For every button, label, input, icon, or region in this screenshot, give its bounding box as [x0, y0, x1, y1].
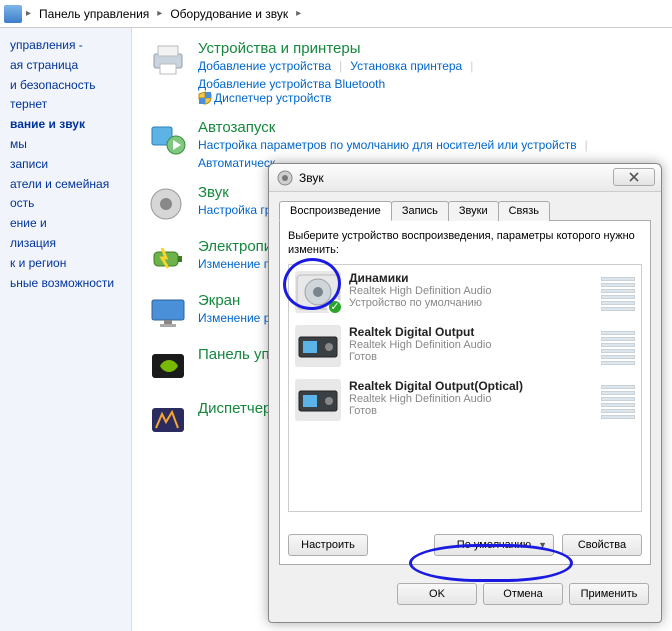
sound-icon	[277, 170, 293, 186]
dialog-title: Звук	[299, 171, 324, 185]
properties-button[interactable]: Свойства	[562, 534, 642, 556]
shield-icon	[198, 91, 212, 105]
level-meter	[601, 325, 635, 365]
power-icon	[146, 238, 190, 278]
device-driver: Realtek High Definition Audio	[349, 339, 601, 351]
tab-2[interactable]: Звуки	[448, 201, 499, 221]
sidebar-item-9[interactable]: ение и	[10, 215, 121, 232]
configure-button[interactable]: Настроить	[288, 534, 368, 556]
device-driver: Realtek High Definition Audio	[349, 285, 601, 297]
link-separator: |	[339, 59, 342, 73]
sidebar-item-6[interactable]: записи	[10, 156, 121, 173]
dialog-titlebar[interactable]: Звук	[269, 164, 661, 192]
section-link[interactable]: Настройка параметров по умолчанию для но…	[198, 138, 577, 152]
link-separator: |	[585, 138, 588, 152]
autoplay-icon	[146, 119, 190, 159]
section-link[interactable]: Автоматическ	[198, 156, 275, 170]
device-driver: Realtek High Definition Audio	[349, 393, 601, 405]
breadcrumb-label: Оборудование и звук	[170, 7, 288, 21]
device-name: Realtek Digital Output	[349, 325, 601, 339]
section-link[interactable]: Добавление устройства	[198, 59, 331, 73]
section-title[interactable]: Устройства и принтеры	[198, 40, 660, 57]
level-meter	[601, 379, 635, 419]
section-link[interactable]: Добавление устройства Bluetooth	[198, 77, 385, 91]
tab-panel-playback: Выберите устройство воспроизведения, пар…	[279, 221, 651, 565]
sidebar-item-5[interactable]: мы	[10, 136, 121, 153]
digital-output-icon	[295, 379, 341, 421]
breadcrumb-bar: ▸ Панель управления ▸ Оборудование и зву…	[0, 0, 672, 28]
breadcrumb-label: Панель управления	[39, 7, 149, 21]
sidebar: управления - ая страница и безопасность тер…	[0, 28, 132, 631]
tab-1[interactable]: Запись	[391, 201, 449, 221]
section-links: Диспетчер устройств	[198, 91, 660, 105]
sidebar-item-8[interactable]: ость	[10, 195, 121, 212]
section-link[interactable]: Настройка гро	[198, 203, 278, 217]
display-icon	[146, 292, 190, 332]
realtek-icon	[146, 400, 190, 440]
chevron-right-icon[interactable]: ▸	[24, 8, 33, 19]
printer-icon	[146, 40, 190, 80]
section-title[interactable]: Автозапуск	[198, 119, 660, 136]
apply-button[interactable]: Применить	[569, 583, 649, 605]
breadcrumb-item-control-panel[interactable]: Панель управления	[33, 5, 155, 23]
device-status: Устройство по умолчанию	[349, 297, 601, 309]
breadcrumb-item-hardware-sound[interactable]: Оборудование и звук	[164, 5, 294, 23]
dialog-body: ВоспроизведениеЗаписьЗвукиСвязь Выберите…	[269, 192, 661, 575]
nvidia-icon	[146, 346, 190, 386]
device-item[interactable]: ✓ ДинамикиRealtek High Definition AudioУс…	[289, 265, 641, 319]
tab-3[interactable]: Связь	[498, 201, 550, 221]
set-default-label: По умолчанию	[457, 539, 531, 551]
sidebar-item-4[interactable]: вание и звук	[10, 116, 121, 133]
sidebar-item-2[interactable]: и безопасность	[10, 77, 121, 94]
default-check-icon: ✓	[327, 299, 343, 315]
instruction-text: Выберите устройство воспроизведения, пар…	[288, 229, 642, 258]
set-default-button[interactable]: По умолчанию ▼	[434, 534, 554, 556]
chevron-down-icon: ▼	[538, 540, 547, 550]
tab-strip: ВоспроизведениеЗаписьЗвукиСвязь	[279, 200, 651, 221]
sound-dialog: Звук ВоспроизведениеЗаписьЗвукиСвязь Выб…	[268, 163, 662, 623]
level-meter	[601, 271, 635, 311]
speaker-icon: ✓	[295, 271, 341, 313]
control-panel-icon	[4, 5, 22, 23]
sidebar-item-12[interactable]: ьные возможности	[10, 275, 121, 292]
sidebar-item-1[interactable]: ая страница	[10, 57, 121, 74]
chevron-right-icon[interactable]: ▸	[294, 8, 303, 19]
device-name: Realtek Digital Output(Optical)	[349, 379, 601, 393]
sound-icon	[146, 184, 190, 224]
section-link[interactable]: Диспетчер устройств	[214, 91, 331, 105]
ok-button[interactable]: OK	[397, 583, 477, 605]
cancel-button[interactable]: Отмена	[483, 583, 563, 605]
sidebar-item-11[interactable]: к и регион	[10, 255, 121, 272]
close-icon	[628, 172, 640, 182]
device-item[interactable]: Realtek Digital OutputRealtek High Defin…	[289, 319, 641, 373]
device-item[interactable]: Realtek Digital Output(Optical)Realtek H…	[289, 373, 641, 427]
sidebar-item-0[interactable]: управления -	[10, 37, 121, 54]
close-button[interactable]	[613, 168, 655, 186]
dialog-footer: OK Отмена Применить	[269, 575, 661, 615]
device-status: Готов	[349, 351, 601, 363]
device-list[interactable]: ✓ДинамикиRealtek High Definition AudioУс…	[288, 264, 642, 512]
device-name: Динамики	[349, 271, 601, 285]
link-separator: |	[470, 59, 473, 73]
digital-output-icon	[295, 325, 341, 367]
sidebar-item-10[interactable]: лизация	[10, 235, 121, 252]
panel-button-row: Настроить По умолчанию ▼ Свойства	[288, 534, 642, 556]
section-link[interactable]: Установка принтера	[350, 59, 462, 73]
sidebar-item-7[interactable]: атели и семейная	[10, 176, 121, 193]
tab-0[interactable]: Воспроизведение	[279, 201, 392, 221]
chevron-right-icon[interactable]: ▸	[155, 8, 164, 19]
section-links: Добавление устройства | Установка принтера…	[198, 59, 660, 91]
section-printer: Устройства и принтеры Добавление устройст…	[146, 40, 660, 105]
device-status: Готов	[349, 405, 601, 417]
sidebar-item-3[interactable]: тернет	[10, 96, 121, 113]
